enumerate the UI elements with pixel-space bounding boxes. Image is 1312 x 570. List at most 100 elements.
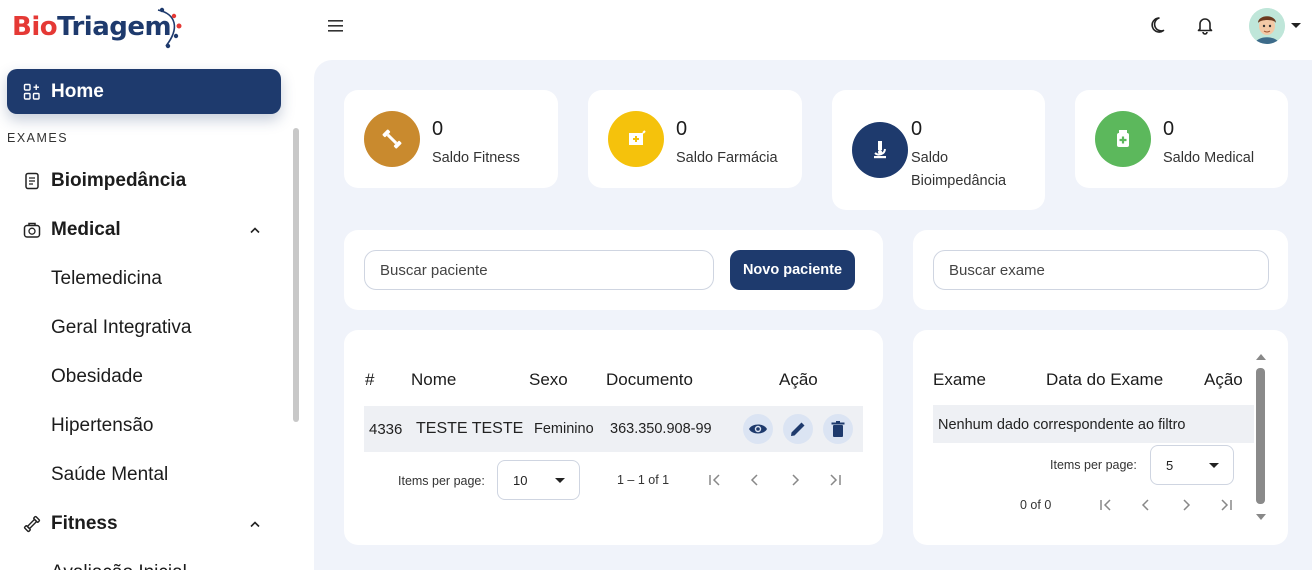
column-header-action: Ação bbox=[1204, 370, 1243, 389]
patients-table-card: # Nome Sexo Documento Ação 4336 TESTE TE… bbox=[344, 330, 883, 545]
column-header-name: Nome bbox=[411, 370, 457, 389]
logo[interactable]: BioTriagem bbox=[12, 4, 182, 50]
logo-molecule-icon bbox=[157, 7, 182, 49]
sidebar: Home EXAMES Bioimpedância Medical Teleme… bbox=[0, 60, 300, 570]
pencil-icon bbox=[791, 422, 805, 436]
next-page-icon[interactable] bbox=[783, 468, 807, 492]
stat-value: 0 bbox=[432, 118, 444, 140]
items-per-page-label: Items per page: bbox=[398, 474, 485, 488]
sidebar-item-label: Hipertensão bbox=[51, 415, 154, 436]
sidebar-item-fitness[interactable]: Fitness bbox=[0, 504, 290, 544]
user-avatar[interactable] bbox=[1249, 8, 1285, 44]
column-header-id: # bbox=[365, 370, 375, 389]
stat-value: 0 bbox=[1163, 118, 1175, 140]
first-page-icon[interactable] bbox=[1094, 493, 1118, 517]
pagination-range: 1 – 1 of 1 bbox=[617, 473, 670, 487]
cell-sex: Feminino bbox=[534, 421, 594, 437]
sidebar-item-obesidade[interactable]: Obesidade bbox=[0, 357, 290, 397]
profile-caret-icon[interactable] bbox=[1291, 23, 1301, 28]
previous-page-icon[interactable] bbox=[1134, 493, 1158, 517]
items-per-page-value: 10 bbox=[513, 473, 528, 488]
sidebar-item-label: Bioimpedância bbox=[51, 170, 187, 191]
bell-icon[interactable] bbox=[1192, 12, 1218, 38]
medical-kit-icon bbox=[1095, 111, 1151, 167]
patient-search-input[interactable] bbox=[364, 250, 714, 290]
items-per-page-select[interactable]: 5 bbox=[1150, 445, 1234, 485]
sidebar-item-medical[interactable]: Medical bbox=[0, 210, 290, 250]
sidebar-item-hipertensao[interactable]: Hipertensão bbox=[0, 406, 290, 446]
exams-table-card: Exame Data do Exame Ação Nenhum dado cor… bbox=[913, 330, 1288, 545]
top-bar: BioTriagem bbox=[0, 0, 1312, 52]
sidebar-item-label: Telemedicina bbox=[51, 268, 162, 289]
sidebar-item-avaliacao-inicial[interactable]: Avaliação Inicial bbox=[0, 553, 290, 570]
first-page-icon[interactable] bbox=[703, 468, 727, 492]
column-header-document: Documento bbox=[606, 370, 693, 389]
new-patient-button[interactable]: Novo paciente bbox=[730, 250, 855, 290]
sidebar-scrollbar[interactable] bbox=[293, 128, 299, 422]
stat-card-fitness: 0 Saldo Fitness bbox=[344, 90, 558, 188]
sidebar-item-geral-integrativa[interactable]: Geral Integrativa bbox=[0, 308, 290, 348]
stat-label: Saldo Medical bbox=[1163, 150, 1255, 166]
stat-value: 0 bbox=[911, 118, 923, 140]
delete-button[interactable] bbox=[823, 414, 853, 444]
previous-page-icon[interactable] bbox=[743, 468, 767, 492]
exams-scrollbar[interactable] bbox=[1256, 368, 1265, 504]
items-per-page-select[interactable]: 10 bbox=[497, 460, 580, 500]
chevron-up-icon[interactable] bbox=[248, 223, 262, 237]
dropdown-arrow-icon bbox=[1209, 463, 1219, 468]
logo-text: BioTriagem bbox=[12, 12, 172, 42]
microscope-icon bbox=[852, 122, 908, 178]
scroll-down-arrow-icon[interactable] bbox=[1256, 514, 1266, 520]
stat-card-farmacia: 0 Saldo Farmácia bbox=[588, 90, 802, 188]
stat-label: Saldo Farmácia bbox=[676, 150, 778, 166]
sidebar-section-title: EXAMES bbox=[7, 131, 69, 145]
sidebar-item-label: Fitness bbox=[51, 513, 118, 534]
document-icon bbox=[22, 171, 42, 191]
table-row: 4336 TESTE TESTE Feminino 363.350.908-99 bbox=[364, 406, 863, 452]
menu-icon[interactable] bbox=[324, 14, 348, 38]
column-header-sex: Sexo bbox=[529, 370, 568, 389]
pharmacy-icon bbox=[608, 111, 664, 167]
next-page-icon[interactable] bbox=[1174, 493, 1198, 517]
stat-label-line2: Bioimpedância bbox=[911, 173, 1007, 189]
sidebar-item-label: Geral Integrativa bbox=[51, 317, 192, 338]
dashboard-icon bbox=[23, 83, 40, 100]
stat-card-bioimpedancia: 0 Saldo Bioimpedância bbox=[832, 90, 1045, 210]
empty-message: Nenhum dado correspondente ao filtro bbox=[938, 417, 1186, 433]
main-content: 0 Saldo Fitness 0 Saldo Farmácia 0 Saldo… bbox=[314, 60, 1312, 570]
sidebar-item-bioimpedancia[interactable]: Bioimpedância bbox=[0, 161, 290, 201]
last-page-icon[interactable] bbox=[823, 468, 847, 492]
items-per-page-label: Items per page: bbox=[1050, 458, 1137, 472]
sidebar-item-label: Medical bbox=[51, 219, 121, 240]
empty-row: Nenhum dado correspondente ao filtro bbox=[933, 405, 1254, 443]
last-page-icon[interactable] bbox=[1214, 493, 1238, 517]
column-header-exam: Exame bbox=[933, 370, 986, 389]
sidebar-item-label: Avaliação Inicial bbox=[51, 562, 187, 570]
dumbbell-icon bbox=[22, 514, 42, 534]
exam-search-card bbox=[913, 230, 1288, 310]
stat-card-medical: 0 Saldo Medical bbox=[1075, 90, 1288, 188]
patient-search-card: Novo paciente bbox=[344, 230, 883, 310]
scroll-up-arrow-icon[interactable] bbox=[1256, 354, 1266, 360]
chevron-up-icon[interactable] bbox=[248, 517, 262, 531]
moon-icon[interactable] bbox=[1147, 12, 1173, 38]
cell-name: TESTE TESTE bbox=[416, 420, 524, 437]
sidebar-item-label: Saúde Mental bbox=[51, 464, 169, 485]
eye-icon bbox=[749, 424, 767, 434]
sidebar-item-telemedicina[interactable]: Telemedicina bbox=[0, 259, 290, 299]
stat-label: Saldo Fitness bbox=[432, 150, 520, 166]
sidebar-item-label: Obesidade bbox=[51, 366, 143, 387]
exam-search-input[interactable] bbox=[933, 250, 1269, 290]
pagination-range: 0 of 0 bbox=[1020, 498, 1052, 512]
medical-bag-icon bbox=[22, 220, 42, 240]
sidebar-item-label: Home bbox=[51, 80, 104, 102]
sidebar-item-home[interactable]: Home bbox=[7, 69, 281, 114]
cell-id: 4336 bbox=[369, 421, 403, 438]
edit-button[interactable] bbox=[783, 414, 813, 444]
cell-document: 363.350.908-99 bbox=[610, 421, 712, 437]
items-per-page-value: 5 bbox=[1166, 458, 1174, 473]
stat-label-line1: Saldo bbox=[911, 150, 949, 166]
dropdown-arrow-icon bbox=[555, 478, 565, 483]
sidebar-item-saude-mental[interactable]: Saúde Mental bbox=[0, 455, 290, 495]
view-button[interactable] bbox=[743, 414, 773, 444]
